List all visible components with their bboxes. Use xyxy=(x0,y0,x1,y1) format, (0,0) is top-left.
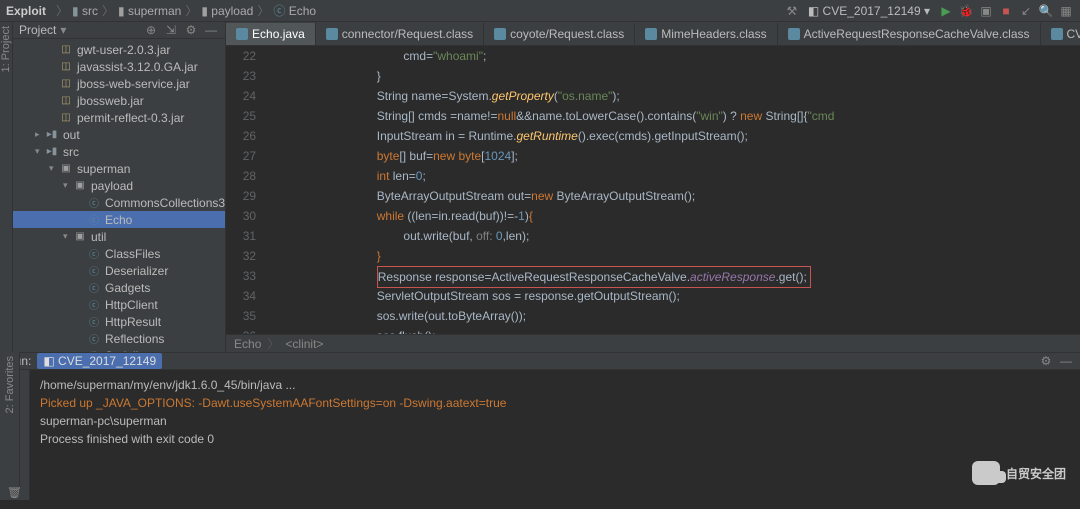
favorites-tool-button[interactable]: 2: Favorites xyxy=(4,356,16,413)
file-icon xyxy=(645,28,657,40)
tree-item[interactable]: ⓒEcho xyxy=(13,211,225,228)
collapse-icon[interactable]: ⇲ xyxy=(163,22,179,38)
target-icon[interactable]: ⊕ xyxy=(143,22,159,38)
editor-tab[interactable]: coyote/Request.class xyxy=(484,23,635,45)
debug-icon[interactable]: 🐞 xyxy=(958,3,974,19)
tree-item[interactable]: ◫javassist-3.12.0.GA.jar xyxy=(13,58,225,75)
hide-icon[interactable]: — xyxy=(203,22,219,38)
project-name: Exploit xyxy=(6,4,46,18)
tree-item[interactable]: ▾▣superman xyxy=(13,160,225,177)
left-tool-rail-bottom: 2: Favorites xyxy=(0,352,20,487)
code-lines[interactable]: cmd="whoami"; } String name=System.getPr… xyxy=(266,46,1080,334)
file-icon xyxy=(788,28,800,40)
editor: Echo.javaconnector/Request.classcoyote/R… xyxy=(226,22,1080,352)
editor-breadcrumbs[interactable]: Echo〉<clinit> xyxy=(226,334,1080,352)
file-icon xyxy=(326,28,338,40)
titlebar: Exploit 〉 ▮ src 〉 ▮ superman 〉 ▮ payload… xyxy=(0,0,1080,22)
gear-icon[interactable]: ⚙ xyxy=(183,22,199,38)
editor-tab[interactable]: ActiveRequestResponseCacheValve.class xyxy=(778,23,1041,45)
tree-item[interactable]: ▾▣util xyxy=(13,228,225,245)
editor-tab[interactable]: CVE_2017_12149.java xyxy=(1041,23,1080,45)
tree-item[interactable]: ⓒClassFiles xyxy=(13,245,225,262)
left-tool-rail: 1: Project xyxy=(0,22,13,352)
tree-item[interactable]: ◫permit-reflect-0.3.jar xyxy=(13,109,225,126)
tree-item[interactable]: ⓒReflections xyxy=(13,330,225,347)
tree-item[interactable]: ▾▣payload xyxy=(13,177,225,194)
editor-tab[interactable]: connector/Request.class xyxy=(316,23,484,45)
run-panel: Run: ◧ CVE_2017_12149 ⚙ — 2: Favorites ▶… xyxy=(0,352,1080,487)
breadcrumb[interactable]: ▮ src xyxy=(72,4,98,18)
file-icon xyxy=(1051,28,1063,40)
file-icon xyxy=(494,28,506,40)
hide-icon[interactable]: — xyxy=(1058,353,1074,369)
tree-item[interactable]: ⓒHttpClient xyxy=(13,296,225,313)
tree-item[interactable]: ⓒCommonsCollections3 xyxy=(13,194,225,211)
project-panel: Project ▾ ⊕ ⇲ ⚙ — ◫gwt-user-2.0.3.jar◫ja… xyxy=(13,22,226,352)
tree-item[interactable]: ⓒGadgets xyxy=(13,279,225,296)
editor-tab[interactable]: MimeHeaders.class xyxy=(635,23,777,45)
breadcrumb[interactable]: ▮ superman xyxy=(118,4,181,18)
editor-tab[interactable]: Echo.java xyxy=(226,23,316,45)
gutter: 22232425262728293031323334353637 xyxy=(226,46,266,334)
stop-icon[interactable]: ■ xyxy=(998,3,1014,19)
tree-item[interactable]: ⓒDeserializer xyxy=(13,262,225,279)
search-icon[interactable]: 🔍 xyxy=(1038,3,1054,19)
run-icon[interactable]: ▶ xyxy=(938,3,954,19)
tree-item[interactable]: ◫gwt-user-2.0.3.jar xyxy=(13,41,225,58)
tree-item[interactable]: ▸▸▮out xyxy=(13,126,225,143)
breadcrumb[interactable]: ▮ payload xyxy=(201,4,253,18)
tree-item[interactable]: ⓒSerializer xyxy=(13,347,225,352)
code-area[interactable]: 22232425262728293031323334353637 cmd="wh… xyxy=(226,46,1080,334)
gear-icon[interactable]: ⚙ xyxy=(1038,353,1054,369)
tree-item[interactable]: ▾▸▮src xyxy=(13,143,225,160)
project-tool-button[interactable]: 1: Project xyxy=(0,26,12,72)
tree-item[interactable]: ⓒHttpResult xyxy=(13,313,225,330)
run-config-tab[interactable]: ◧ CVE_2017_12149 xyxy=(37,353,162,369)
breadcrumb[interactable]: ⓒ Echo xyxy=(273,2,316,19)
editor-tabs[interactable]: Echo.javaconnector/Request.classcoyote/R… xyxy=(226,22,1080,46)
project-tree[interactable]: ◫gwt-user-2.0.3.jar◫javassist-3.12.0.GA.… xyxy=(13,39,225,352)
build-icon[interactable]: ⚒ xyxy=(784,3,800,19)
wechat-icon xyxy=(972,461,1000,485)
vcs-icon[interactable]: ↙ xyxy=(1018,3,1034,19)
file-icon xyxy=(236,28,248,40)
run-config-selector[interactable]: ◧ CVE_2017_12149 ▾ xyxy=(804,4,934,18)
watermark: 自贸安全团 xyxy=(972,461,1066,485)
tree-item[interactable]: ◫jbossweb.jar xyxy=(13,92,225,109)
more-icon[interactable]: ▦ xyxy=(1058,3,1074,19)
console-output[interactable]: /home/superman/my/env/jdk1.6.0_45/bin/ja… xyxy=(30,370,1080,500)
coverage-icon[interactable]: ▣ xyxy=(978,3,994,19)
tree-item[interactable]: ◫jboss-web-service.jar xyxy=(13,75,225,92)
project-panel-title: Project xyxy=(19,23,56,37)
